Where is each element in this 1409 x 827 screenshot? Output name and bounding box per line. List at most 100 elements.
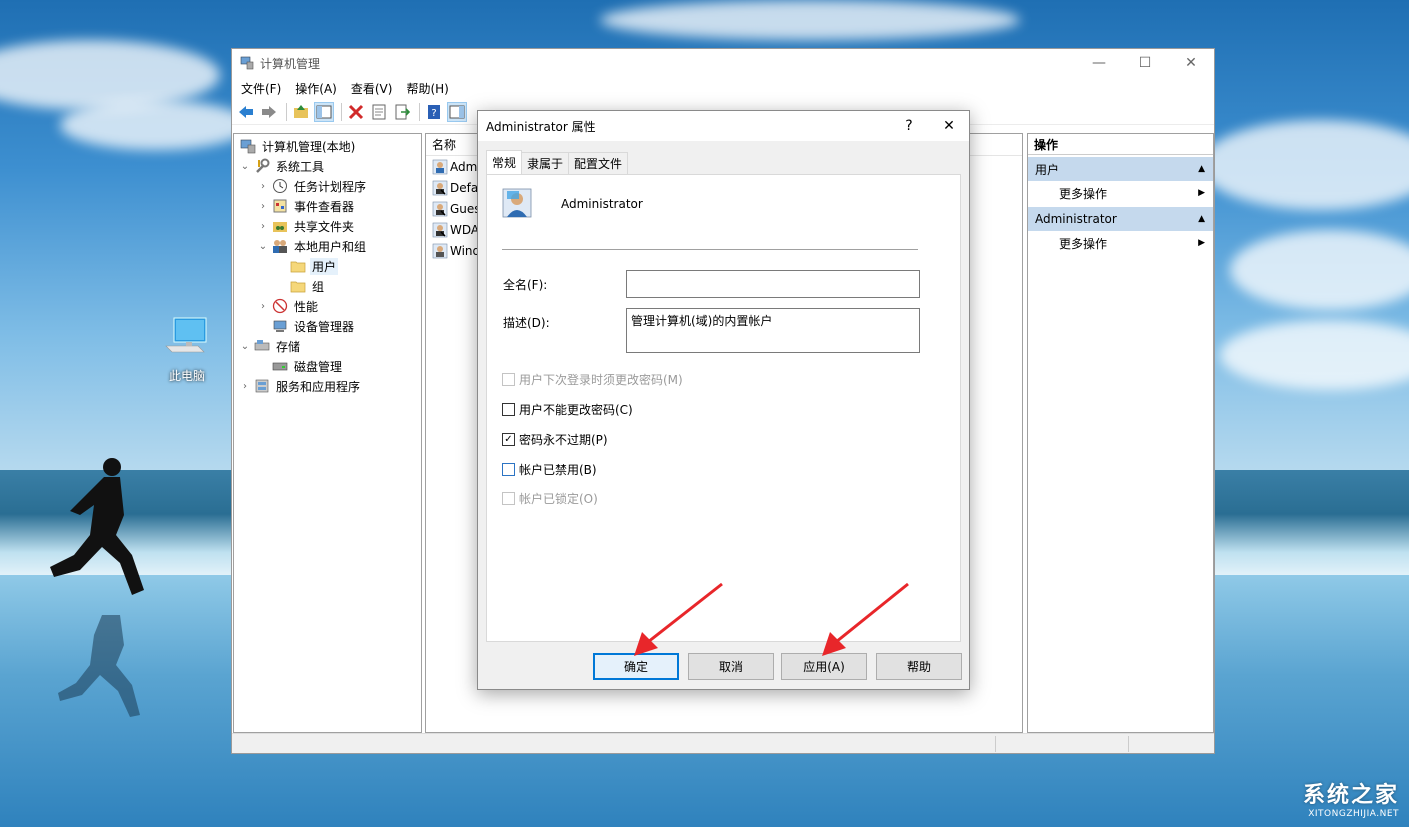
- this-pc-desktop-icon[interactable]: 此电脑: [160, 316, 214, 384]
- user-icon: [432, 243, 448, 259]
- checkbox-label: 帐户已锁定(O): [519, 492, 598, 506]
- window-title: 计算机管理: [260, 56, 321, 71]
- fullname-input[interactable]: [626, 270, 920, 298]
- actions-section-users[interactable]: 用户 ▲: [1028, 157, 1213, 181]
- folder-icon: [290, 278, 306, 294]
- checkbox-password-never-expires[interactable]: ✓ 密码永不过期(P): [502, 431, 608, 448]
- console-tree-icon: [316, 105, 332, 118]
- tree-label: 组: [312, 279, 325, 294]
- arrow-left-icon: [239, 105, 253, 118]
- chevron-right-icon[interactable]: ›: [256, 179, 270, 193]
- event-viewer-icon: [272, 198, 288, 214]
- tree-item-root[interactable]: 计算机管理(本地): [234, 136, 421, 156]
- checkbox-label: 用户不能更改密码(C): [519, 403, 633, 417]
- checkbox: [502, 492, 515, 505]
- up-level-button[interactable]: [291, 102, 311, 122]
- tree-item-users[interactable]: 用户: [234, 256, 421, 276]
- storage-icon: [254, 338, 270, 354]
- tree-item-services-apps[interactable]: › 服务和应用程序: [234, 376, 421, 396]
- dialog-help-button[interactable]: ?: [889, 111, 929, 141]
- help-toolbar-button[interactable]: ?: [424, 102, 444, 122]
- user-avatar-icon: [502, 188, 532, 218]
- chevron-down-icon[interactable]: ⌄: [256, 239, 270, 253]
- tree-item-task-scheduler[interactable]: › 任务计划程序: [234, 176, 421, 196]
- chevron-right-icon[interactable]: ›: [256, 299, 270, 313]
- checkbox-account-disabled[interactable]: 帐户已禁用(B): [502, 461, 597, 478]
- collapse-triangle-icon[interactable]: ▲: [1198, 214, 1205, 224]
- show-hide-tree-button[interactable]: [314, 101, 334, 122]
- actions-item-label: 更多操作: [1059, 236, 1108, 251]
- checkbox: [502, 373, 515, 386]
- forward-button[interactable]: [259, 102, 279, 122]
- description-input[interactable]: 管理计算机(域)的内置帐户: [626, 308, 920, 353]
- chevron-down-icon[interactable]: ⌄: [238, 339, 252, 353]
- actions-section-administrator[interactable]: Administrator ▲: [1028, 207, 1213, 231]
- tree-item-shared-folders[interactable]: › 共享文件夹: [234, 216, 421, 236]
- toolbar-separator: [419, 102, 420, 121]
- tree-item-local-users-groups[interactable]: ⌄ 本地用户和组: [234, 236, 421, 256]
- menu-file[interactable]: 文件(F): [234, 80, 288, 97]
- tab-profile[interactable]: 配置文件: [568, 152, 629, 174]
- submenu-arrow-icon: ▶: [1198, 188, 1205, 198]
- tree-label: 事件查看器: [294, 199, 355, 214]
- tree-item-device-manager[interactable]: 设备管理器: [234, 316, 421, 336]
- chevron-right-icon[interactable]: ›: [238, 379, 252, 393]
- chevron-right-icon[interactable]: ›: [256, 199, 270, 213]
- tab-general[interactable]: 常规: [486, 150, 523, 174]
- tree-label: 共享文件夹: [294, 219, 355, 234]
- export-icon: [395, 104, 410, 119]
- collapse-triangle-icon[interactable]: ▲: [1198, 164, 1205, 174]
- checkmark-icon[interactable]: ✓: [502, 433, 515, 446]
- tree-item-performance[interactable]: › 性能: [234, 296, 421, 316]
- checkbox-account-locked: 帐户已锁定(O): [502, 490, 598, 507]
- watermark-title: 系统之家: [1302, 783, 1399, 808]
- fullname-label: 全名(F):: [503, 278, 548, 292]
- services-icon: [254, 378, 270, 394]
- tree-label: 本地用户和组: [294, 239, 367, 254]
- tree-label: 磁盘管理: [294, 359, 343, 374]
- tree-label: 存储: [276, 339, 301, 354]
- checkbox-label: 用户下次登录时须更改密码(M): [519, 373, 683, 387]
- dialog-titlebar[interactable]: Administrator 属性 ? ✕: [478, 111, 969, 141]
- export-list-button[interactable]: [392, 102, 412, 122]
- device-manager-icon: [272, 318, 288, 334]
- back-button[interactable]: [236, 102, 256, 122]
- tree-label: 计算机管理(本地): [262, 139, 356, 154]
- properties-button[interactable]: [369, 102, 389, 122]
- svg-text:?: ?: [431, 108, 436, 119]
- chevron-down-icon[interactable]: ⌄: [238, 159, 252, 173]
- monitor-icon: [165, 317, 207, 353]
- close-button[interactable]: ✕: [1168, 49, 1214, 77]
- tree-item-event-viewer[interactable]: › 事件查看器: [234, 196, 421, 216]
- tree-item-system-tools[interactable]: ⌄ 系统工具: [234, 156, 421, 176]
- tree-item-storage[interactable]: ⌄ 存储: [234, 336, 421, 356]
- status-divider: [995, 736, 996, 752]
- actions-more-administrator[interactable]: 更多操作 ▶: [1028, 231, 1213, 255]
- menu-action[interactable]: 操作(A): [288, 80, 344, 97]
- delete-button[interactable]: [346, 102, 366, 122]
- minimize-button[interactable]: —: [1076, 49, 1122, 77]
- tree-label: 性能: [294, 299, 319, 314]
- window-titlebar[interactable]: 计算机管理 — ☐ ✕: [232, 49, 1214, 77]
- list-item-label: Gues: [450, 201, 481, 216]
- dialog-close-button[interactable]: ✕: [929, 111, 969, 141]
- toolbar-separator: [286, 102, 287, 121]
- maximize-button[interactable]: ☐: [1122, 49, 1168, 77]
- tree-item-disk-management[interactable]: 磁盘管理: [234, 356, 421, 376]
- menu-view[interactable]: 查看(V): [344, 80, 400, 97]
- checkbox-cannot-change-password[interactable]: 用户不能更改密码(C): [502, 401, 633, 418]
- checkbox[interactable]: [502, 463, 515, 476]
- tab-member-of[interactable]: 隶属于: [521, 152, 570, 174]
- dialog-tabs: 常规 隶属于 配置文件: [486, 150, 629, 174]
- user-disabled-icon: [432, 201, 448, 217]
- tree-item-groups[interactable]: 组: [234, 276, 421, 296]
- dialog-title: Administrator 属性: [486, 119, 596, 134]
- list-item-label: WDA: [450, 222, 480, 237]
- checkbox-label: 帐户已禁用(B): [519, 463, 597, 477]
- checkbox[interactable]: [502, 403, 515, 416]
- show-hide-action-pane-button[interactable]: [447, 101, 467, 122]
- actions-more-users[interactable]: 更多操作 ▶: [1028, 181, 1213, 205]
- help-book-icon: ?: [428, 104, 440, 119]
- chevron-right-icon[interactable]: ›: [256, 219, 270, 233]
- menu-help[interactable]: 帮助(H): [399, 80, 455, 97]
